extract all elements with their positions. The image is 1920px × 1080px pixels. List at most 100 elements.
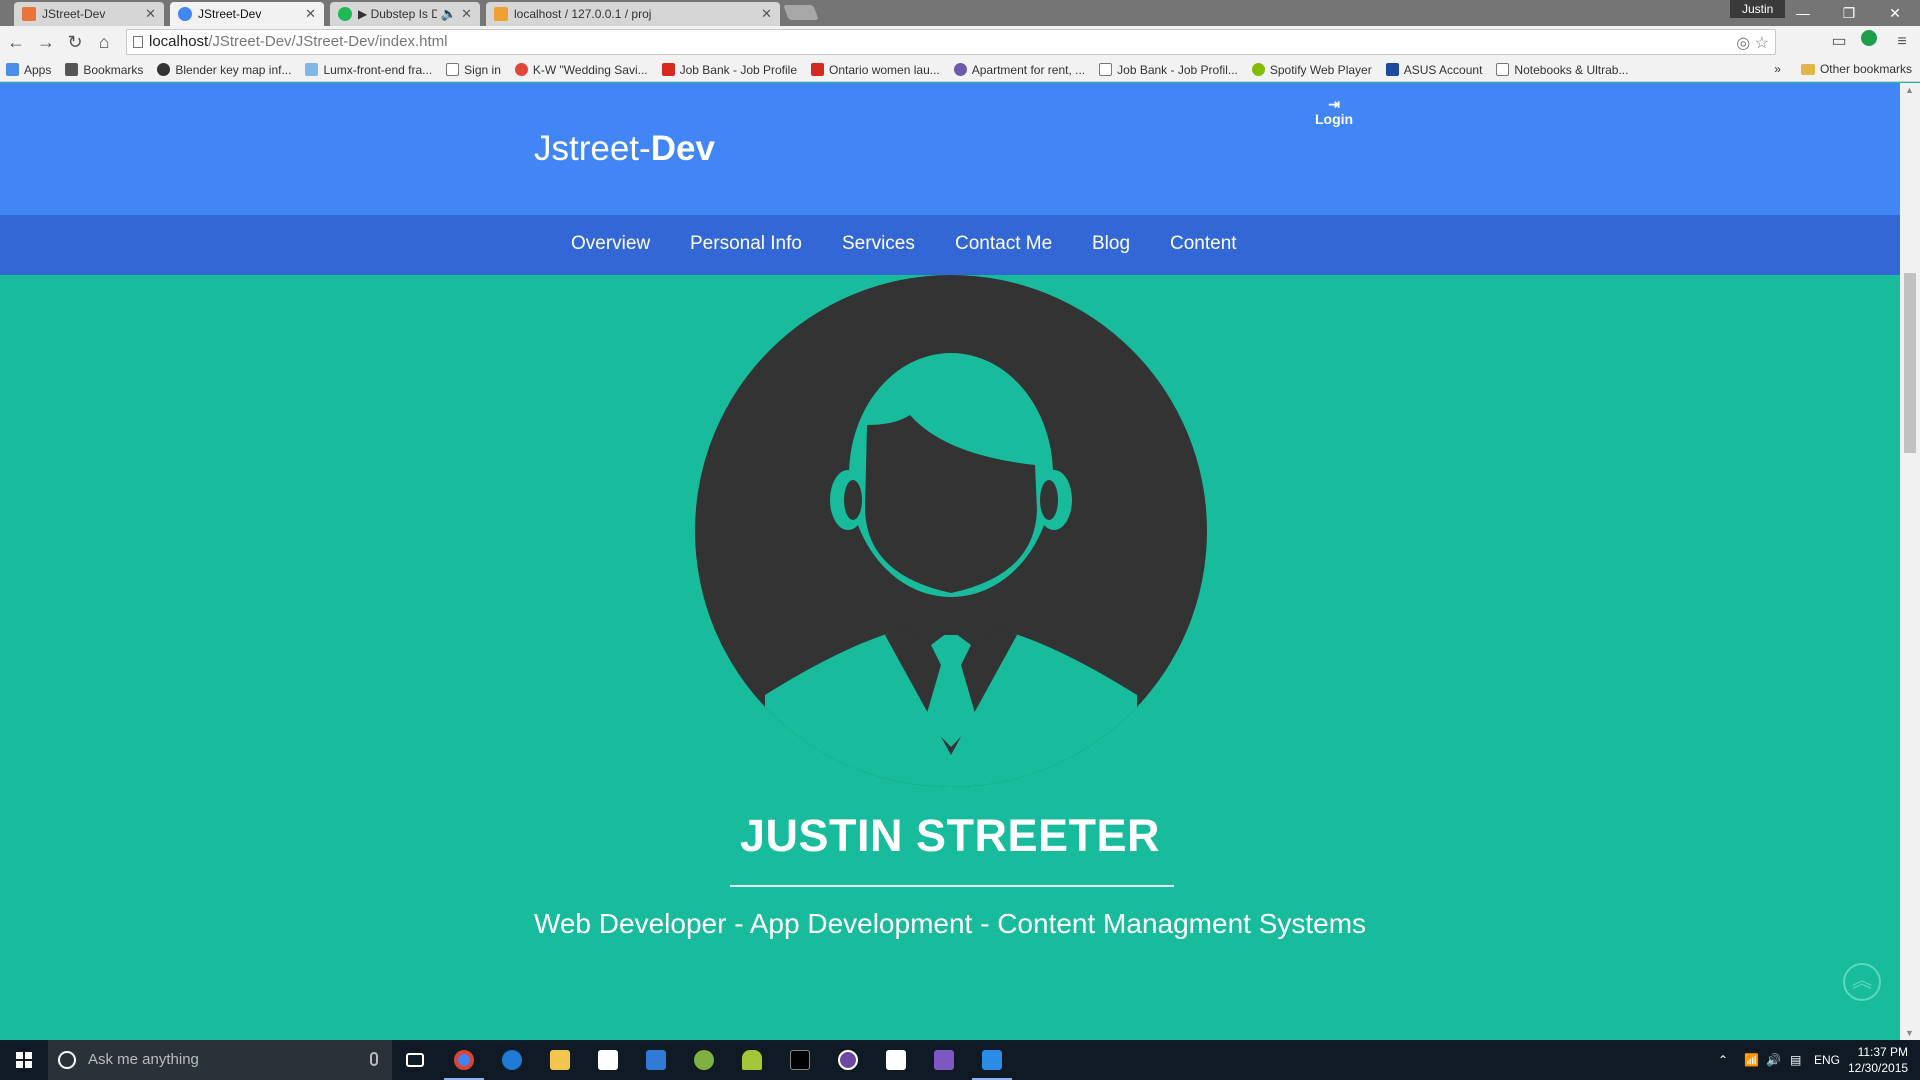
close-tab-icon[interactable]: ✕ — [145, 6, 156, 22]
bookmark-item[interactable]: Apartment for rent, ... — [953, 62, 1086, 77]
profile-button[interactable]: Justin — [1730, 0, 1786, 18]
gitkraken-icon[interactable] — [824, 1040, 872, 1080]
extension-icon[interactable] — [1857, 30, 1881, 54]
nav-overview[interactable]: Overview — [571, 233, 650, 255]
browser-tab-1[interactable]: JStreet-Dev ✕ — [14, 2, 164, 26]
lumx-icon — [305, 63, 319, 76]
action-center-icon[interactable]: ▤ — [1790, 1040, 1801, 1080]
chrome-icon[interactable] — [440, 1040, 488, 1080]
sourcetree-icon[interactable] — [632, 1040, 680, 1080]
search-placeholder: Ask me anything — [88, 1051, 199, 1068]
site-brand[interactable]: Jstreet-Dev — [534, 129, 715, 169]
bookmark-label: Blender key map inf... — [175, 62, 292, 77]
visual-studio-icon[interactable] — [920, 1040, 968, 1080]
bookmark-star-icon[interactable]: ☆ — [1755, 35, 1769, 52]
store-icon[interactable] — [584, 1040, 632, 1080]
restore-icon[interactable]: ❐ — [1826, 0, 1872, 26]
bookmark-item[interactable]: Sign in — [446, 63, 501, 77]
site-navigation: Overview Personal Info Services Contact … — [0, 215, 1900, 275]
vs-code-icon[interactable] — [968, 1040, 1016, 1080]
home-icon[interactable]: ⌂ — [92, 30, 116, 54]
close-tab-icon[interactable]: ✕ — [305, 6, 316, 22]
page-scrollbar[interactable]: ▲ ▼ — [1900, 83, 1920, 1040]
scroll-up-arrow-icon[interactable]: ▲ — [1905, 85, 1914, 95]
location-target-icon[interactable]: ◎ — [1736, 35, 1750, 52]
browser-tab-strip: JStreet-Dev ✕ JStreet-Dev ✕ ▶ Dubstep Is… — [0, 0, 1920, 26]
forward-arrow-icon[interactable]: → — [34, 30, 58, 54]
cast-icon[interactable]: ▭ — [1827, 30, 1851, 54]
gear-favicon-icon — [178, 7, 192, 21]
edge-icon[interactable] — [488, 1040, 536, 1080]
bookmark-item[interactable]: K-W "Wedding Savi... — [514, 62, 648, 77]
bookmark-item[interactable]: Apps — [6, 63, 51, 77]
system-clock[interactable]: 11:37 PM 12/30/2015 — [1848, 1044, 1908, 1076]
bookmark-item[interactable]: ASUS Account — [1385, 63, 1482, 77]
show-hidden-icons-chevron-icon[interactable]: ⌃ — [1718, 1040, 1728, 1080]
bookmarks-overflow-chevron-icon[interactable]: » — [1774, 62, 1781, 76]
bookmark-item[interactable]: Lumx-front-end fra... — [305, 63, 432, 77]
bookmark-label: Spotify Web Player — [1269, 62, 1372, 77]
nav-personal-info[interactable]: Personal Info — [690, 233, 802, 255]
browser-tab-3[interactable]: ▶ Dubstep Is Dead - G 🔈 ✕ — [330, 2, 480, 26]
android-icon[interactable] — [728, 1040, 776, 1080]
volume-icon[interactable]: 🔊 — [1766, 1040, 1781, 1080]
close-window-icon[interactable]: ✕ — [1872, 0, 1918, 26]
bookmark-label: Apartment for rent, ... — [971, 62, 1086, 77]
bookmark-item[interactable]: Bookmarks — [65, 63, 143, 77]
bookmark-item[interactable]: Blender key map inf... — [157, 63, 291, 77]
task-view-icon[interactable] — [392, 1040, 440, 1080]
bookmark-label: Job Bank - Job Profile — [679, 62, 798, 77]
star-icon — [65, 63, 79, 76]
nav-contact-me[interactable]: Contact Me — [955, 233, 1052, 255]
nav-content[interactable]: Content — [1170, 233, 1237, 255]
start-button[interactable] — [0, 1040, 48, 1080]
login-button[interactable]: ⇥ Login — [1315, 97, 1353, 127]
windows-taskbar: Ask me anything ⌃ 📶 🔊 ▤ ENG 11:37 PM 12/… — [0, 1040, 1920, 1080]
bookmark-item[interactable]: Job Bank - Job Profile — [661, 62, 798, 77]
close-tab-icon[interactable]: ✕ — [761, 6, 772, 22]
new-tab-button[interactable] — [783, 5, 819, 20]
calendar-app-icon[interactable] — [872, 1040, 920, 1080]
terminal-icon[interactable] — [776, 1040, 824, 1080]
back-arrow-icon[interactable]: ← — [4, 30, 28, 54]
scroll-down-arrow-icon[interactable]: ▼ — [1905, 1028, 1914, 1038]
microphone-icon[interactable] — [370, 1052, 378, 1066]
scrollbar-thumb[interactable] — [1904, 273, 1916, 453]
minimize-icon[interactable]: — — [1780, 0, 1826, 26]
menu-hamburger-icon[interactable]: ≡ — [1890, 30, 1914, 54]
bookmark-item[interactable]: Job Bank - Job Profil... — [1099, 63, 1238, 77]
brand-prefix: Jstreet- — [534, 129, 651, 168]
bookmarks-bar: Apps Bookmarks Blender key map inf... Lu… — [0, 58, 1920, 82]
network-icon[interactable]: 📶 — [1744, 1040, 1759, 1080]
hero-tagline: Web Developer - App Development - Conten… — [533, 908, 1367, 939]
browser-tab-2-active[interactable]: JStreet-Dev ✕ — [170, 2, 324, 26]
reload-icon[interactable]: ↻ — [63, 30, 87, 54]
bookmark-label: Bookmarks — [83, 62, 144, 77]
browser-tab-4[interactable]: localhost / 127.0.0.1 / proj ✕ — [486, 2, 780, 26]
speaker-icon[interactable]: 🔈 — [441, 6, 457, 22]
cortana-search-box[interactable]: Ask me anything — [48, 1040, 392, 1080]
language-indicator[interactable]: ENG — [1814, 1040, 1840, 1080]
bookmark-item[interactable]: Spotify Web Player — [1251, 62, 1372, 77]
bookmark-label: Apps — [24, 62, 52, 77]
bookmark-item[interactable]: Notebooks & Ultrab... — [1496, 63, 1628, 77]
nav-blog[interactable]: Blog — [1092, 233, 1130, 255]
maple-leaf-icon — [661, 63, 675, 76]
kijiji-icon — [953, 63, 967, 76]
scroll-to-top-chevron-icon[interactable]: ︽ — [1843, 963, 1881, 1001]
other-bookmarks-folder[interactable]: Other bookmarks — [1800, 62, 1912, 76]
android-studio-icon[interactable] — [680, 1040, 728, 1080]
browser-toolbar: ← → ↻ ⌂ localhost/JStreet-Dev/JStreet-De… — [0, 26, 1920, 58]
nav-services[interactable]: Services — [842, 233, 915, 255]
bookmark-item[interactable]: Ontario women lau... — [811, 63, 940, 77]
close-tab-icon[interactable]: ✕ — [461, 6, 472, 22]
address-bar[interactable]: localhost/JStreet-Dev/JStreet-Dev/index.… — [126, 29, 1776, 55]
bookmark-label: Job Bank - Job Profil... — [1117, 62, 1238, 77]
hero-divider — [730, 885, 1174, 887]
page-info-icon[interactable] — [133, 36, 143, 48]
folder-icon — [1800, 63, 1815, 75]
file-explorer-icon[interactable] — [536, 1040, 584, 1080]
blender-icon — [157, 63, 171, 76]
bookmark-label: K-W "Wedding Savi... — [532, 62, 648, 77]
url-path: /JStreet-Dev/JStreet-Dev/index.html — [208, 33, 448, 50]
